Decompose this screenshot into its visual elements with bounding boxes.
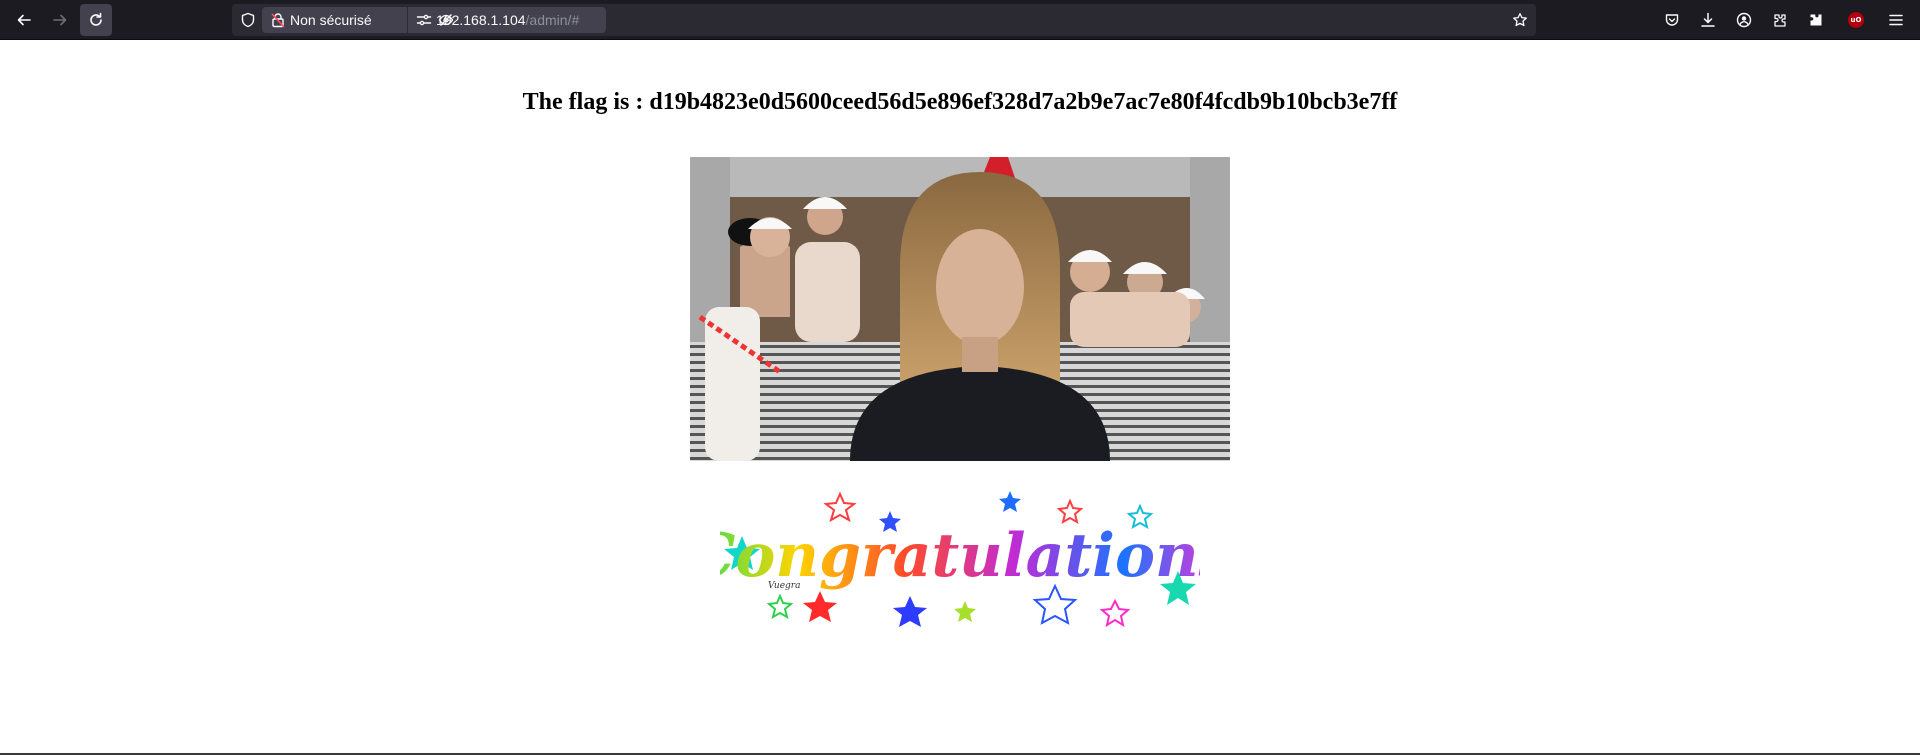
banner-signature: Vuegra	[768, 581, 800, 591]
account-icon	[1736, 12, 1752, 28]
page-content: The flag is : d19b4823e0d5600ceed56d5e89…	[0, 41, 1920, 755]
download-icon	[1701, 12, 1715, 27]
extension-button[interactable]	[1800, 4, 1832, 36]
celebration-image	[690, 157, 1230, 461]
security-label: Non sécurisé	[290, 12, 372, 28]
pocket-icon	[1665, 14, 1679, 26]
ublock-button[interactable]: uO	[1840, 4, 1872, 36]
ublock-icon: uO	[1848, 12, 1864, 28]
insecure-lock-icon	[271, 13, 285, 28]
extensions-icon	[1774, 14, 1786, 27]
url-text[interactable]: 192.168.1.104/admin/#	[436, 12, 579, 28]
reload-icon	[90, 12, 102, 26]
forward-button[interactable]	[44, 4, 76, 36]
account-button[interactable]	[1728, 4, 1760, 36]
extensions-button[interactable]	[1764, 4, 1796, 36]
celebration-gif	[690, 157, 1230, 461]
back-button[interactable]	[8, 4, 40, 36]
bookmark-star-icon[interactable]	[1512, 12, 1528, 28]
identity-separator	[407, 7, 408, 33]
back-arrow-icon	[17, 14, 31, 26]
tracking-protection-button[interactable]	[236, 8, 260, 32]
forward-arrow-icon	[53, 14, 67, 26]
downloads-button[interactable]	[1692, 4, 1724, 36]
url-bar[interactable]: Non sécurisé 192.168.1.104/admin/#	[232, 4, 1536, 36]
congratulations-graphic: Congratulations Vuegra	[688, 491, 1232, 628]
extension-puzzle-icon	[1810, 14, 1822, 26]
browser-toolbar: Non sécurisé 192.168.1.104/admin/# uO	[0, 0, 1920, 40]
url-path: /admin/#	[525, 12, 580, 28]
flag-heading: The flag is : d19b4823e0d5600ceed56d5e89…	[522, 89, 1398, 115]
url-host: 192.168.1.104	[436, 12, 526, 28]
congratulations-banner: Congratulations Vuegra	[688, 476, 1232, 646]
menu-icon	[1889, 14, 1903, 26]
shield-icon	[241, 12, 255, 28]
pocket-button[interactable]	[1656, 4, 1688, 36]
permissions-icon[interactable]	[416, 12, 432, 28]
reload-button[interactable]	[80, 4, 112, 36]
app-menu-button[interactable]	[1880, 4, 1912, 36]
